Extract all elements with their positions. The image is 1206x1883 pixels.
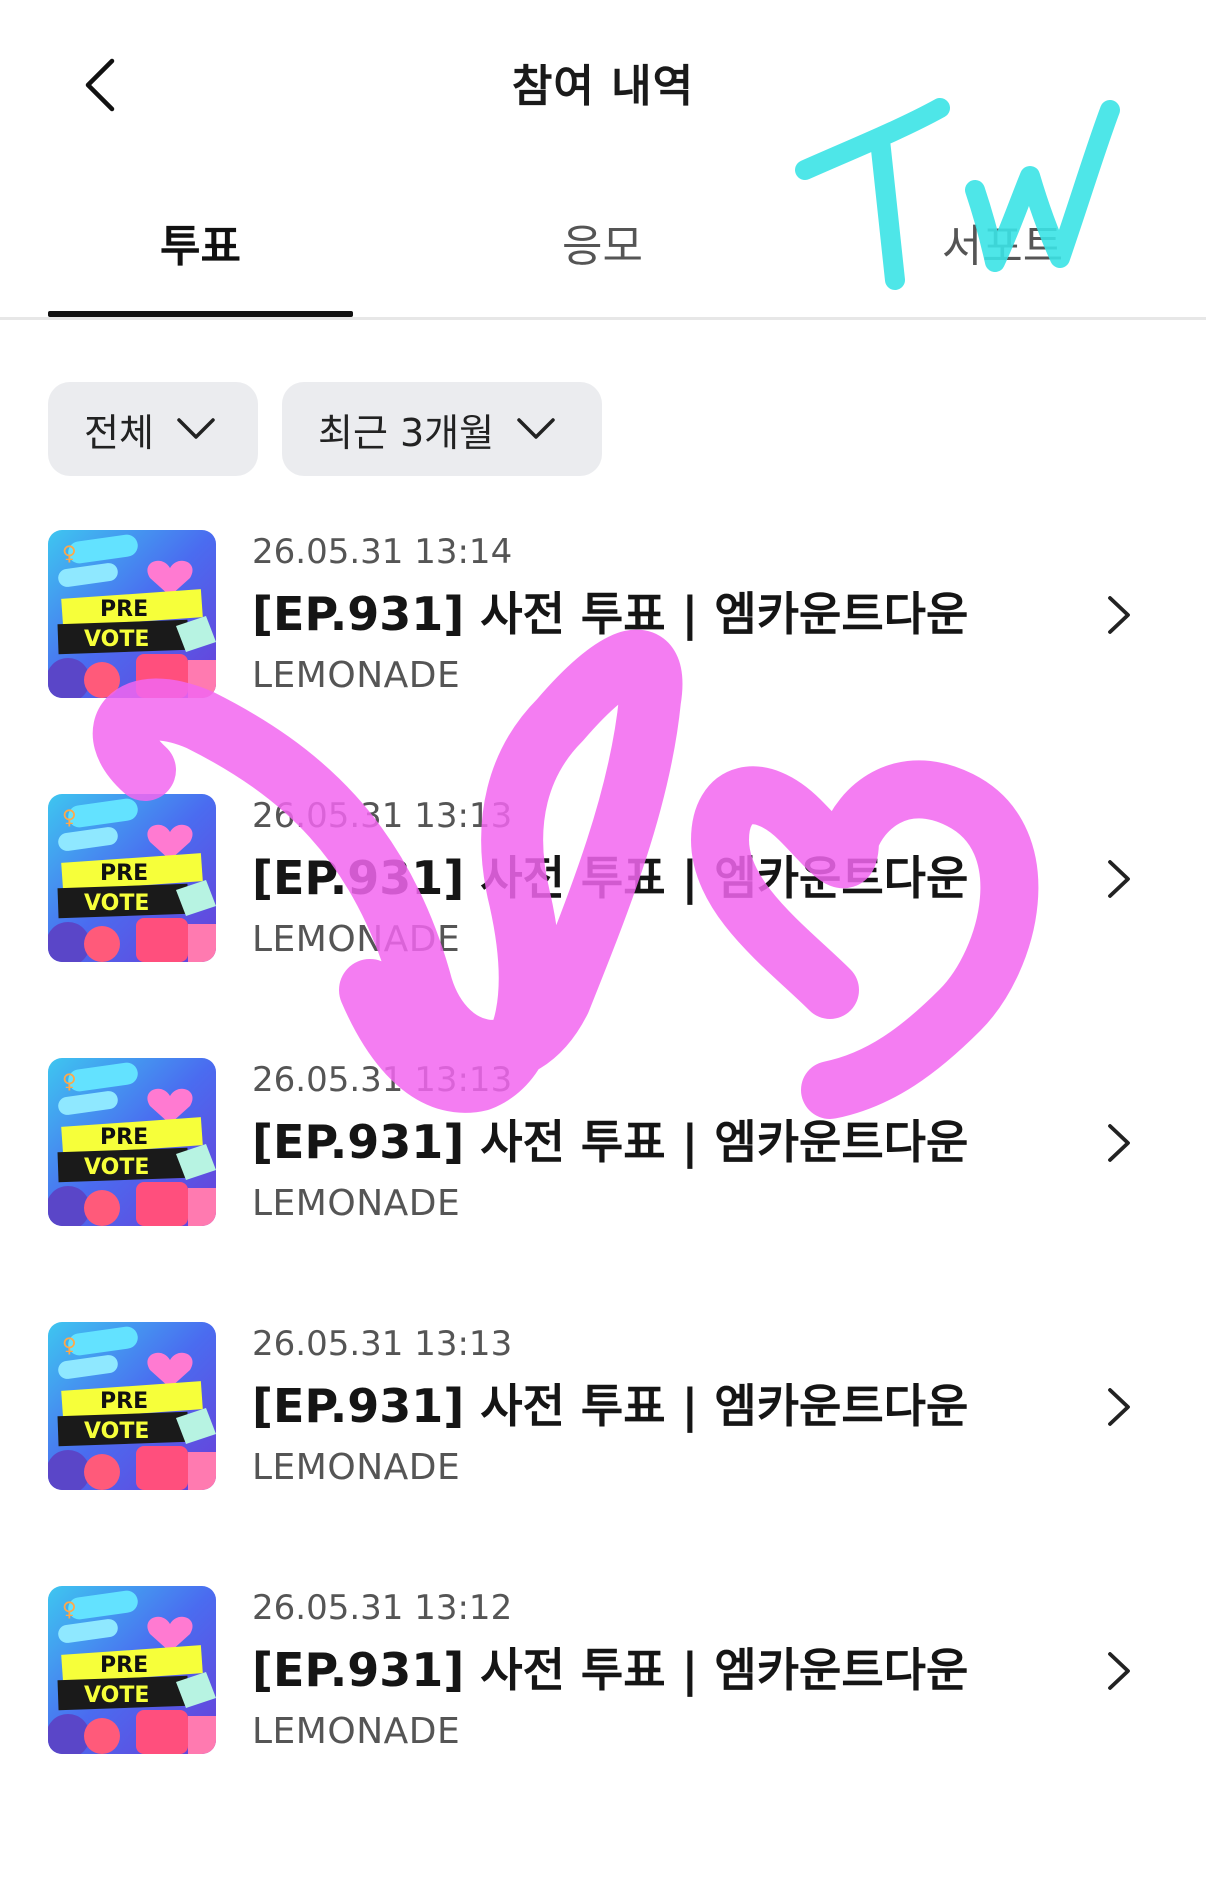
- chevron-right-icon: [1108, 1124, 1130, 1162]
- item-texts: 26.05.31 13:12 [EP.931] 사전 투표 | 엠카운트다운 L…: [252, 1586, 968, 1754]
- svg-text:♀: ♀: [62, 541, 77, 565]
- item-title: [EP.931] 사전 투표 | 엠카운트다운: [252, 587, 969, 641]
- item-texts: 26.05.31 13:13 [EP.931] 사전 투표 | 엠카운트다운 L…: [252, 794, 968, 962]
- pre-vote-thumbnail: ♀ PRE VOTE: [48, 1322, 216, 1490]
- item-date: 26.05.31 13:14: [252, 532, 513, 572]
- pre-vote-thumbnail: ♀ PRE VOTE: [48, 1058, 216, 1226]
- svg-text:♀: ♀: [62, 1333, 77, 1357]
- item-date: 26.05.31 13:12: [252, 1588, 513, 1628]
- page-title: 참여 내역: [511, 61, 695, 112]
- filter-period-label: 최근 3개월: [318, 410, 495, 455]
- list-item[interactable]: ♀ PRE VOTE 26.05.31 13:14 [EP.931] 사전 투표…: [0, 530, 1206, 794]
- list-item[interactable]: ♀ PRE VOTE 26.05.31 13:13 [EP.931] 사전 투표…: [0, 1322, 1206, 1586]
- svg-text:VOTE: VOTE: [84, 627, 149, 652]
- item-artist: LEMONADE: [252, 1447, 461, 1488]
- item-texts: 26.05.31 13:13 [EP.931] 사전 투표 | 엠카운트다운 L…: [252, 1058, 968, 1226]
- active-tab-indicator: [48, 311, 353, 317]
- list-item[interactable]: ♀ PRE VOTE 26.05.31 13:13 [EP.931] 사전 투표…: [0, 794, 1206, 1058]
- svg-text:PRE: PRE: [100, 1653, 148, 1678]
- item-title: [EP.931] 사전 투표 | 엠카운트다운: [252, 1379, 969, 1433]
- chevron-right-icon: [1108, 860, 1130, 898]
- filter-type-dropdown[interactable]: 전체: [48, 382, 258, 476]
- list-item[interactable]: ♀ PRE VOTE 26.05.31 13:12 [EP.931] 사전 투표…: [0, 1586, 1206, 1850]
- svg-text:VOTE: VOTE: [84, 1155, 149, 1180]
- chevron-right-icon: [1108, 596, 1130, 634]
- pre-vote-thumbnail: ♀ PRE VOTE: [48, 530, 216, 698]
- item-texts: 26.05.31 13:13 [EP.931] 사전 투표 | 엠카운트다운 L…: [252, 1322, 968, 1490]
- filter-period-dropdown[interactable]: 최근 3개월: [282, 382, 602, 476]
- item-artist: LEMONADE: [252, 655, 461, 696]
- pre-vote-thumbnail: ♀ PRE VOTE: [48, 794, 216, 962]
- item-texts: 26.05.31 13:14 [EP.931] 사전 투표 | 엠카운트다운 L…: [252, 530, 968, 698]
- chevron-down-icon: [177, 418, 215, 439]
- item-artist: LEMONADE: [252, 919, 461, 960]
- item-artist: LEMONADE: [252, 1711, 461, 1752]
- item-title: [EP.931] 사전 투표 | 엠카운트다운: [252, 1115, 969, 1169]
- svg-text:♀: ♀: [62, 805, 77, 829]
- item-date: 26.05.31 13:13: [252, 1060, 513, 1100]
- chevron-down-icon: [517, 418, 555, 439]
- svg-text:♀: ♀: [62, 1597, 77, 1621]
- item-title: [EP.931] 사전 투표 | 엠카운트다운: [252, 851, 969, 905]
- svg-text:♀: ♀: [62, 1069, 77, 1093]
- header: 참여 내역: [0, 0, 1206, 170]
- svg-text:VOTE: VOTE: [84, 1419, 149, 1444]
- svg-text:PRE: PRE: [100, 1389, 148, 1414]
- svg-text:VOTE: VOTE: [84, 1683, 149, 1708]
- pre-vote-thumbnail: ♀ PRE VOTE: [48, 1586, 216, 1754]
- tab-vote[interactable]: 투표: [48, 210, 353, 274]
- filter-bar: 전체 최근 3개월: [48, 382, 602, 476]
- tab-support[interactable]: 서포트: [850, 210, 1155, 274]
- svg-text:PRE: PRE: [100, 597, 148, 622]
- item-date: 26.05.31 13:13: [252, 1324, 513, 1364]
- tab-bar: 투표 응모 서포트: [0, 180, 1206, 320]
- filter-type-label: 전체: [84, 410, 154, 455]
- svg-text:VOTE: VOTE: [84, 891, 149, 916]
- svg-text:PRE: PRE: [100, 1125, 148, 1150]
- tab-apply[interactable]: 응모: [450, 210, 755, 274]
- chevron-right-icon: [1108, 1388, 1130, 1426]
- svg-text:PRE: PRE: [100, 861, 148, 886]
- list-item[interactable]: ♀ PRE VOTE 26.05.31 13:13 [EP.931] 사전 투표…: [0, 1058, 1206, 1322]
- chevron-right-icon: [1108, 1652, 1130, 1690]
- item-date: 26.05.31 13:13: [252, 796, 513, 836]
- item-title: [EP.931] 사전 투표 | 엠카운트다운: [252, 1643, 969, 1697]
- item-artist: LEMONADE: [252, 1183, 461, 1224]
- participation-list: ♀ PRE VOTE 26.05.31 13:14 [EP.931] 사전 투표…: [0, 530, 1206, 1850]
